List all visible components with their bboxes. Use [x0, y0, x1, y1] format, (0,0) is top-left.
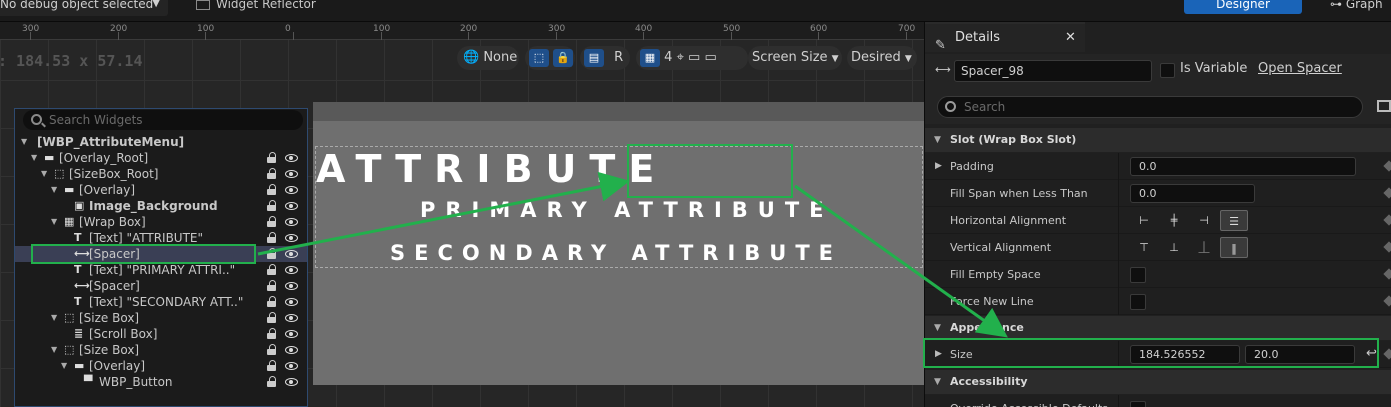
arrow-to-spacer: [257, 171, 630, 256]
annotation-arrows: [257, 171, 1008, 338]
arrow-to-size: [794, 184, 1008, 338]
